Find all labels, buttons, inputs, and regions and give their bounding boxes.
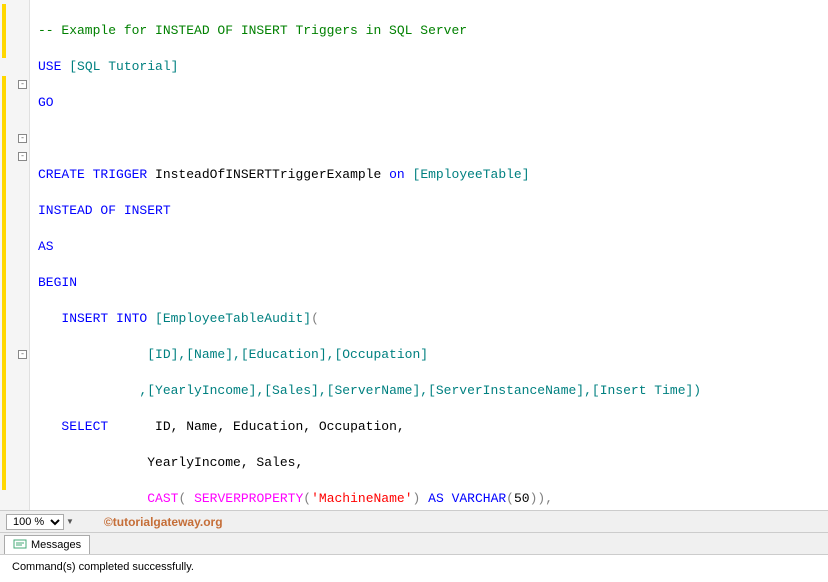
change-marker (2, 4, 6, 58)
fold-toggle[interactable]: - (18, 350, 27, 359)
editor-gutter: - - - - (0, 0, 30, 510)
tab-label: Messages (31, 539, 81, 551)
fold-toggle[interactable]: - (18, 152, 27, 161)
code-content[interactable]: -- Example for INSTEAD OF INSERT Trigger… (30, 0, 828, 510)
results-tab-bar: Messages (0, 532, 828, 554)
messages-tab[interactable]: Messages (4, 535, 90, 554)
zoom-bar: 100 % ▼ ©tutorialgateway.org (0, 510, 828, 532)
code-editor[interactable]: - - - - -- Example for INSTEAD OF INSERT… (0, 0, 828, 510)
watermark-text: ©tutorialgateway.org (104, 515, 223, 529)
messages-icon (13, 538, 27, 552)
message-text: Command(s) completed successfully. (12, 561, 194, 573)
zoom-select[interactable]: 100 % (6, 514, 64, 530)
fold-toggle[interactable]: - (18, 134, 27, 143)
zoom-dropdown-icon: ▼ (66, 517, 74, 526)
messages-panel: Command(s) completed successfully. (0, 554, 828, 582)
fold-toggle[interactable]: - (18, 80, 27, 89)
sql-comment: -- Example for INSTEAD OF INSERT Trigger… (38, 23, 467, 38)
change-marker (2, 76, 6, 490)
